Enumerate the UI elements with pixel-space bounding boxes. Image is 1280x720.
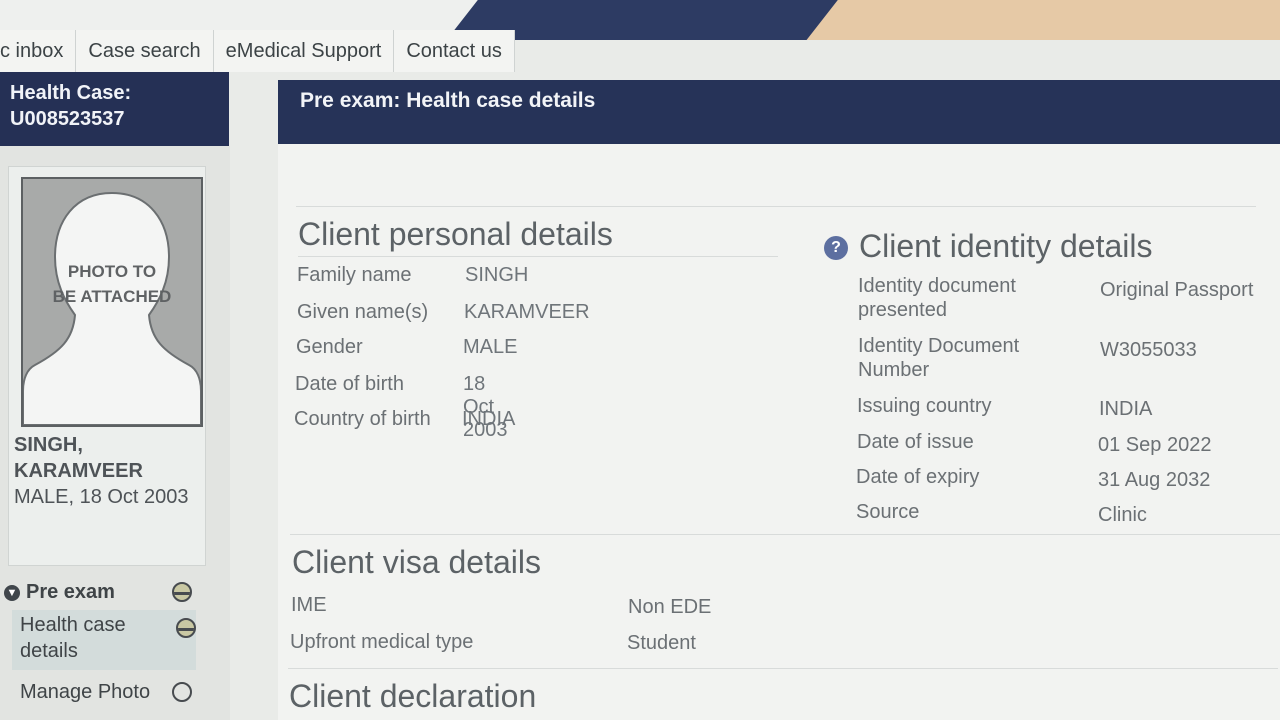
identity-details-title: Client identity details <box>859 228 1153 264</box>
not-started-icon <box>172 682 192 702</box>
visa-details-title: Client visa details <box>292 544 541 580</box>
field-label: Country of birth <box>294 408 431 430</box>
field-label: IME <box>291 594 327 616</box>
photo-placeholder-line1: PHOTO TO <box>67 262 157 281</box>
chevron-down-icon: ▼ <box>4 584 20 601</box>
field-value: Original Passport <box>1100 279 1254 301</box>
nav-contact-us[interactable]: Contact us <box>394 30 515 72</box>
menu-pre-exam[interactable]: ▼ Pre exam <box>0 574 228 610</box>
client-photo[interactable]: PHOTO TO BE ATTACHED <box>21 177 203 427</box>
photo-placeholder-text: PHOTO TO BE ATTACHED <box>37 259 187 309</box>
field-value: 01 Sep 2022 <box>1098 434 1212 456</box>
menu-manage-photo[interactable]: Manage Photo <box>0 670 228 714</box>
in-progress-icon <box>172 582 192 602</box>
declaration-title: Client declaration <box>289 678 537 714</box>
personal-row: Country of birth INDIA <box>294 408 515 431</box>
divider <box>290 534 1280 535</box>
case-header: Health Case: U008523537 <box>0 72 229 146</box>
photo-placeholder-line2: BE ATTACHED <box>52 287 172 306</box>
help-icon[interactable]: ? <box>824 236 848 260</box>
field-value: INDIA <box>462 408 516 430</box>
top-nav: c inbox Case search eMedical Support Con… <box>0 28 1280 72</box>
in-progress-icon <box>176 618 196 638</box>
field-label: Date of birth <box>295 373 404 395</box>
left-sidebar: PHOTO TO BE ATTACHED SINGH, KARAMVEER MA… <box>0 146 230 720</box>
client-family-name: SINGH, <box>14 434 83 456</box>
divider <box>298 256 778 257</box>
identity-row: Date of expiry <box>856 465 979 489</box>
identity-row: Identity Document Number <box>858 334 1048 382</box>
field-value: KARAMVEER <box>464 301 590 323</box>
menu-health-case-details[interactable]: Health case details <box>12 610 196 670</box>
client-name: SINGH, KARAMVEER <box>14 432 143 484</box>
case-label: Health Case: <box>10 82 132 104</box>
field-label: Identity document presented <box>858 275 1016 321</box>
field-value: INDIA <box>1099 398 1153 420</box>
field-value: Clinic <box>1098 504 1147 526</box>
main-content: Client personal details Family name SING… <box>278 144 1280 720</box>
visa-row: IME <box>291 594 327 617</box>
personal-row: Gender MALE <box>296 336 517 359</box>
identity-row: Issuing country <box>857 394 992 418</box>
field-label: Date of issue <box>857 431 974 453</box>
case-id: U008523537 <box>10 108 125 130</box>
client-given-name: KARAMVEER <box>14 460 143 482</box>
side-menu: ▼ Pre exam Health case details Manage Pho… <box>0 574 228 714</box>
personal-row: Date of birth 18 Oct 2003 <box>295 373 508 441</box>
field-label: Identity Document Number <box>858 335 1020 381</box>
nav-inbox[interactable]: c inbox <box>0 30 77 72</box>
field-label: Given name(s) <box>297 301 429 323</box>
field-value: SINGH <box>465 264 529 286</box>
nav-case-search[interactable]: Case search <box>76 30 214 72</box>
field-label: Source <box>856 501 920 523</box>
menu-pre-exam-label: Pre exam <box>26 581 115 603</box>
field-value: Non EDE <box>628 596 712 618</box>
field-value: W3055033 <box>1100 339 1197 361</box>
identity-row: Identity document presented <box>858 274 1058 322</box>
identity-row: Date of issue <box>857 430 974 454</box>
page-title: Pre exam: Health case details <box>278 80 1280 144</box>
field-label: Family name <box>297 264 412 286</box>
identity-row: Source <box>856 500 919 524</box>
client-card: PHOTO TO BE ATTACHED SINGH, KARAMVEER MA… <box>8 166 206 566</box>
field-label: Upfront medical type <box>290 631 474 653</box>
personal-row: Family name SINGH <box>297 264 528 287</box>
divider <box>288 668 1278 669</box>
field-value: 31 Aug 2032 <box>1098 469 1211 491</box>
client-summary: MALE, 18 Oct 2003 <box>14 486 189 508</box>
field-label: Issuing country <box>857 395 992 417</box>
personal-details-title: Client personal details <box>298 216 613 252</box>
field-value: Student <box>627 632 696 654</box>
menu-health-case-details-label: Health case details <box>20 614 126 662</box>
field-value: MALE <box>463 336 518 358</box>
menu-manage-photo-label: Manage Photo <box>20 681 151 703</box>
divider <box>296 206 1256 207</box>
field-label: Date of expiry <box>856 466 980 488</box>
nav-emedical-support[interactable]: eMedical Support <box>213 30 395 72</box>
personal-row: Given name(s) KARAMVEER <box>297 301 590 324</box>
field-label: Gender <box>296 336 363 358</box>
visa-row: Upfront medical type <box>290 631 473 654</box>
